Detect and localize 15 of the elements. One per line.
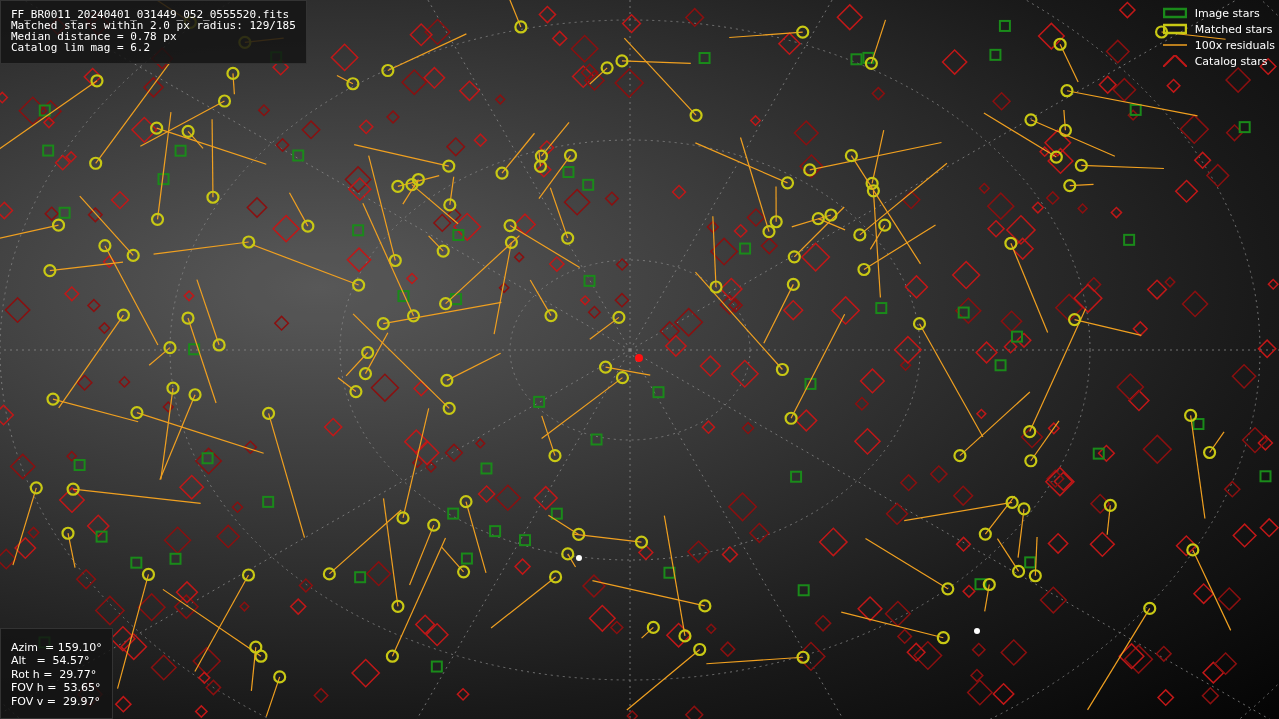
- info-text: FF_BR0011_20240401_031449_052_0555520.fits: [11, 9, 291, 20]
- diamond-icon: [1162, 55, 1187, 67]
- pointing-text: FOV h = 53.65°: [11, 681, 102, 695]
- legend-label: Matched stars: [1194, 22, 1273, 36]
- info-text: Matched stars within 2.0 px radius: 129/185: [11, 20, 296, 31]
- legend-label: Catalog stars: [1194, 54, 1268, 68]
- info-text: Catalog lim mag = 6.2: [11, 42, 152, 53]
- pointing-text: FOV v = 29.97°: [11, 694, 102, 708]
- legend-label: 100x residuals: [1194, 38, 1275, 52]
- legend-label: Image stars: [1194, 6, 1260, 20]
- pointing-text: Azim = 159.10°: [11, 640, 102, 654]
- line-icon: [1162, 43, 1187, 47]
- pointing-text: Alt = 54.57°: [11, 654, 91, 668]
- pointing-text: Rot h = 29.77°: [11, 667, 98, 681]
- info-text: Median distance = 0.78 px: [11, 31, 177, 42]
